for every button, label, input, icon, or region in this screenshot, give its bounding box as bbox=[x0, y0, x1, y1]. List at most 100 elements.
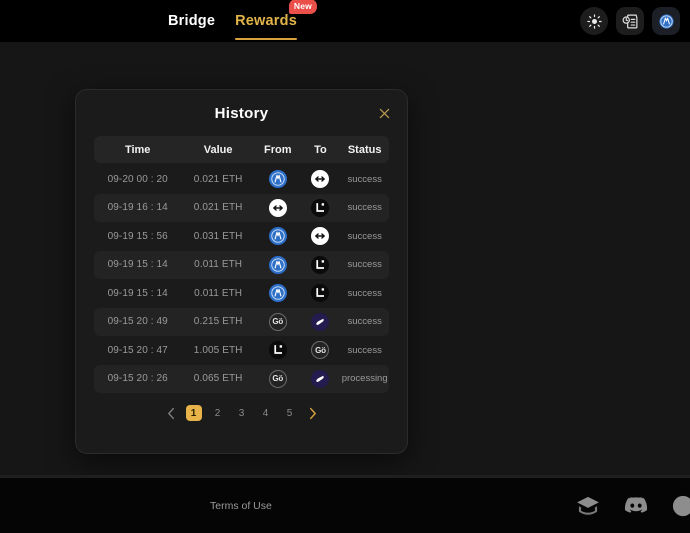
cell-status: success bbox=[347, 316, 382, 328]
manta-chain-icon bbox=[268, 227, 287, 246]
linea-chain-icon bbox=[268, 341, 287, 360]
table-row[interactable]: 09-15 20 : 47 1.005 ETH Gö success bbox=[94, 336, 389, 365]
manta-chain-icon bbox=[268, 284, 287, 303]
history-table: Time Value From To Status 09-20 00 : 20 0… bbox=[94, 136, 389, 393]
manta-token-icon[interactable] bbox=[652, 7, 680, 35]
pagination-pages: 12345 bbox=[185, 405, 298, 421]
terms-of-use-link[interactable]: Terms of Use bbox=[210, 500, 272, 512]
pagination-page-4[interactable]: 4 bbox=[258, 405, 274, 421]
main-content: History Time Value From To Status 09-20 … bbox=[0, 42, 690, 475]
goerli-chain-icon: Gö bbox=[268, 312, 287, 331]
cell-to bbox=[301, 255, 341, 274]
pagination-page-5[interactable]: 5 bbox=[282, 405, 298, 421]
cell-from bbox=[255, 341, 301, 360]
modal-header: History bbox=[94, 90, 389, 136]
document-clock-icon[interactable] bbox=[616, 7, 644, 35]
cell-to bbox=[301, 284, 341, 303]
cell-value: 0.021 ETH bbox=[193, 173, 243, 185]
table-row[interactable]: 09-19 15 : 56 0.031 ETH success bbox=[94, 222, 389, 251]
pagination-page-1[interactable]: 1 bbox=[185, 405, 202, 421]
cell-time: 09-19 15 : 56 bbox=[107, 230, 168, 242]
cell-to bbox=[301, 369, 341, 388]
cell-value: 1.005 ETH bbox=[193, 344, 243, 356]
cell-to: Gö bbox=[301, 341, 341, 360]
pagination-page-2[interactable]: 2 bbox=[210, 405, 226, 421]
app-root: Bridge Rewards New History Time Value Fr… bbox=[0, 0, 690, 533]
cell-time: 09-15 20 : 49 bbox=[107, 316, 168, 328]
table-row[interactable]: 09-15 20 : 26 0.065 ETH Gö processing bbox=[94, 364, 389, 393]
cell-value: 0.011 ETH bbox=[194, 287, 243, 299]
taiko-chain-icon bbox=[311, 227, 330, 246]
table-row[interactable]: 09-20 00 : 20 0.021 ETH success bbox=[94, 165, 389, 194]
modal-title: History bbox=[214, 104, 269, 122]
linea-chain-icon bbox=[311, 284, 330, 303]
table-row[interactable]: 09-19 15 : 14 0.011 ETH success bbox=[94, 279, 389, 308]
discord-icon[interactable] bbox=[624, 496, 648, 515]
cell-time: 09-15 20 : 47 bbox=[107, 344, 168, 356]
goerli-chain-icon: Gö bbox=[268, 369, 287, 388]
cell-time: 09-19 15 : 14 bbox=[107, 259, 168, 271]
cell-time: 09-20 00 : 20 bbox=[107, 173, 168, 185]
cell-to bbox=[301, 227, 341, 246]
site-footer: Terms of Use bbox=[0, 478, 690, 533]
table-row[interactable]: 09-19 16 : 14 0.021 ETH success bbox=[94, 193, 389, 222]
twitter-icon[interactable] bbox=[672, 495, 690, 517]
sun-icon[interactable] bbox=[580, 7, 608, 35]
cell-from bbox=[255, 227, 301, 246]
cell-status: success bbox=[347, 259, 382, 271]
close-icon[interactable] bbox=[375, 104, 393, 122]
manta-chain-icon bbox=[268, 170, 287, 189]
cell-to bbox=[301, 198, 341, 217]
cell-status: success bbox=[347, 202, 382, 214]
pagination-prev[interactable] bbox=[165, 407, 178, 420]
cell-value: 0.215 ETH bbox=[193, 316, 243, 328]
nav-active-underline bbox=[235, 37, 297, 40]
cell-from bbox=[255, 255, 301, 274]
cell-from bbox=[255, 198, 301, 217]
cell-time: 09-19 16 : 14 bbox=[107, 202, 168, 214]
top-header: Bridge Rewards New bbox=[0, 0, 690, 42]
main-nav: Bridge Rewards New bbox=[168, 0, 317, 42]
table-row[interactable]: 09-19 15 : 14 0.011 ETH success bbox=[94, 250, 389, 279]
cell-value: 0.065 ETH bbox=[193, 373, 243, 385]
pagination-page-3[interactable]: 3 bbox=[234, 405, 250, 421]
cell-from bbox=[255, 170, 301, 189]
nav-item-bridge[interactable]: Bridge bbox=[168, 0, 215, 42]
cell-to bbox=[301, 170, 341, 189]
taiko-chain-icon bbox=[311, 170, 330, 189]
column-header-to: To bbox=[314, 143, 327, 156]
table-body: 09-20 00 : 20 0.021 ETH success 09-19 16 : … bbox=[94, 165, 389, 393]
nav-item-rewards-label: Rewards bbox=[235, 13, 297, 29]
cell-value: 0.031 ETH bbox=[193, 230, 243, 242]
pagination: 12345 bbox=[94, 405, 389, 421]
cell-value: 0.011 ETH bbox=[194, 259, 243, 271]
history-modal: History Time Value From To Status 09-20 … bbox=[75, 89, 408, 454]
column-header-value: Value bbox=[203, 143, 233, 156]
cell-from: Gö bbox=[255, 312, 301, 331]
goerli-chain-icon: Gö bbox=[311, 341, 330, 360]
manta-chain-icon bbox=[268, 255, 287, 274]
pagination-next[interactable] bbox=[306, 407, 319, 420]
linea-chain-icon bbox=[311, 198, 330, 217]
cell-status: processing bbox=[341, 373, 388, 385]
table-header-row: Time Value From To Status bbox=[94, 136, 389, 163]
column-header-status: Status bbox=[347, 143, 382, 156]
cell-to bbox=[301, 312, 341, 331]
nav-item-bridge-label: Bridge bbox=[168, 13, 216, 29]
cell-time: 09-19 15 : 14 bbox=[107, 287, 168, 299]
cell-from bbox=[255, 284, 301, 303]
scroll-chain-icon bbox=[311, 312, 330, 331]
nav-item-rewards[interactable]: Rewards New bbox=[235, 0, 317, 42]
cell-value: 0.021 ETH bbox=[193, 202, 243, 214]
table-row[interactable]: 09-15 20 : 49 0.215 ETH Gö success bbox=[94, 307, 389, 336]
docs-book-icon[interactable] bbox=[576, 496, 600, 516]
cell-status: success bbox=[347, 344, 382, 356]
header-actions bbox=[580, 0, 680, 42]
scroll-chain-icon bbox=[311, 369, 330, 388]
cell-status: success bbox=[347, 230, 382, 242]
cell-from: Gö bbox=[255, 369, 301, 388]
footer-social-links bbox=[576, 495, 690, 517]
column-header-time: Time bbox=[124, 143, 151, 156]
taiko-chain-icon bbox=[268, 198, 287, 217]
linea-chain-icon bbox=[311, 255, 330, 274]
